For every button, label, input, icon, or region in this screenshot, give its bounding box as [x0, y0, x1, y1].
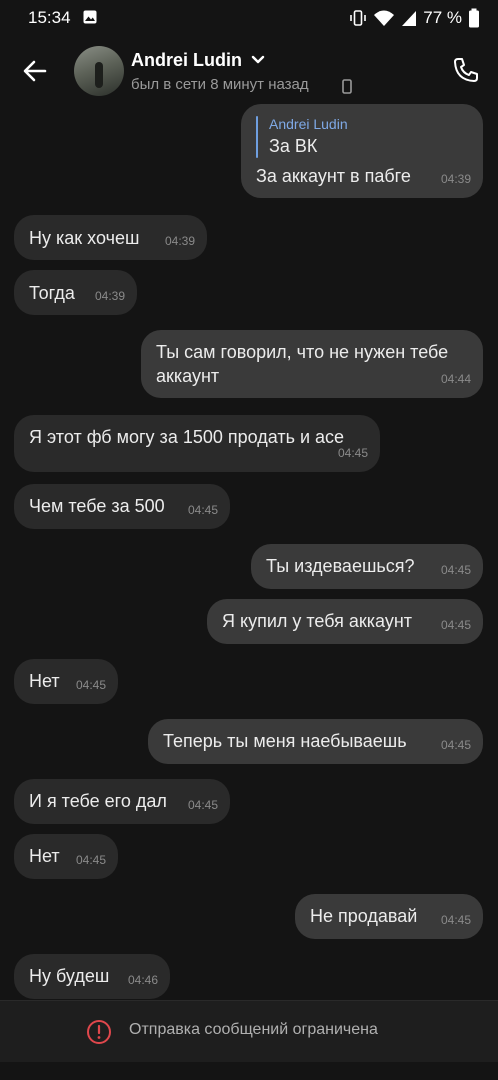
- status-icons: 77 %: [349, 8, 480, 28]
- message-text: Теперь ты меня наебываешь: [163, 731, 407, 751]
- message-time: 04:45: [440, 738, 471, 752]
- battery-icon: [469, 8, 479, 28]
- message-text: За аккаунт в пабге: [256, 166, 411, 186]
- message-bubble-incoming[interactable]: Тогда 04:39: [14, 270, 137, 315]
- message-bubble-outgoing[interactable]: Теперь ты меня наебываешь 04:45: [148, 719, 483, 764]
- message-bubble-incoming[interactable]: И я тебе его дал 04:45: [14, 779, 230, 824]
- message-text: Тогда: [29, 283, 75, 303]
- message-time: 04:45: [440, 913, 471, 927]
- last-seen-status: был в сети 8 минут назад: [131, 76, 309, 93]
- message-text: Ты издеваешься?: [266, 556, 415, 576]
- message-time: 04:45: [440, 563, 471, 577]
- chevron-down-icon[interactable]: [251, 55, 265, 65]
- message-time: 04:45: [75, 853, 106, 867]
- mobile-device-icon: [342, 79, 352, 94]
- message-bubble-outgoing[interactable]: Я купил у тебя аккаунт 04:45: [207, 599, 483, 644]
- message-text: Не продавай: [310, 906, 418, 926]
- wifi-icon: [374, 10, 395, 26]
- status-bar: 15:34 77 %: [0, 0, 498, 36]
- message-time: 04:39: [440, 172, 471, 186]
- message-text: Чем тебе за 500: [29, 496, 165, 516]
- message-time: 04:39: [94, 289, 125, 303]
- signal-icon: [402, 11, 417, 26]
- message-bubble-outgoing[interactable]: Ты сам говорил, что не нужен тебе аккаун…: [141, 330, 483, 398]
- message-time: 04:45: [75, 678, 106, 692]
- reply-author: Andrei Ludin: [269, 116, 348, 132]
- message-text: Ну будеш: [29, 966, 110, 986]
- message-text: Я купил у тебя аккаунт: [222, 611, 413, 631]
- message-text: Нет: [29, 671, 60, 691]
- message-bubble-incoming[interactable]: Нет 04:45: [14, 659, 118, 704]
- message-bubble-outgoing[interactable]: Andrei Ludin За ВК За аккаунт в пабге 04…: [241, 104, 483, 198]
- message-time: 04:46: [127, 973, 158, 987]
- message-text: Ты сам говорил, что не нужен тебе аккаун…: [156, 342, 449, 386]
- message-text: Ну как хочеш: [29, 228, 140, 248]
- message-text: Я этот фб могу за 1500 продать и асе: [29, 427, 345, 447]
- message-time: 04:45: [187, 503, 218, 517]
- contact-name[interactable]: Andrei Ludin: [131, 50, 242, 71]
- message-bubble-incoming[interactable]: Чем тебе за 500 04:45: [14, 484, 230, 529]
- message-bubble-incoming[interactable]: Нет 04:45: [14, 834, 118, 879]
- message-bubble-incoming[interactable]: Ну как хочеш 04:39: [14, 215, 207, 260]
- message-time: 04:45: [337, 446, 368, 460]
- chat-header: Andrei Ludin был в сети 8 минут назад: [0, 36, 498, 108]
- message-bubble-incoming[interactable]: Ну будеш 04:46: [14, 954, 170, 999]
- message-time: 04:39: [164, 234, 195, 248]
- system-nav-bar: [0, 1062, 498, 1080]
- message-bubble-outgoing[interactable]: Не продавай 04:45: [295, 894, 483, 939]
- message-bubble-outgoing[interactable]: Ты издеваешься? 04:45: [251, 544, 483, 589]
- message-text: И я тебе его дал: [29, 791, 167, 811]
- phone-call-icon[interactable]: [452, 56, 480, 84]
- status-time: 15:34: [28, 8, 71, 27]
- message-bubble-incoming[interactable]: Я этот фб могу за 1500 продать и асе 04:…: [14, 415, 380, 472]
- message-time: 04:45: [440, 618, 471, 632]
- vibrate-icon: [350, 10, 367, 26]
- message-text: Нет: [29, 846, 60, 866]
- reply-quote-bar: [256, 116, 258, 158]
- message-time: 04:45: [187, 798, 218, 812]
- restriction-message: Отправка сообщений ограничена: [129, 1021, 378, 1038]
- image-notification-icon: [83, 10, 97, 24]
- battery-percent: 77 %: [423, 8, 462, 27]
- composer-restricted-bar: Отправка сообщений ограничена: [0, 1000, 498, 1063]
- back-arrow-icon[interactable]: [20, 56, 50, 86]
- avatar[interactable]: [74, 46, 124, 96]
- warning-icon: [87, 1020, 111, 1044]
- reply-text: За ВК: [269, 136, 318, 156]
- message-list[interactable]: Andrei Ludin За ВК За аккаунт в пабге 04…: [0, 104, 498, 1000]
- message-time: 04:44: [440, 372, 471, 386]
